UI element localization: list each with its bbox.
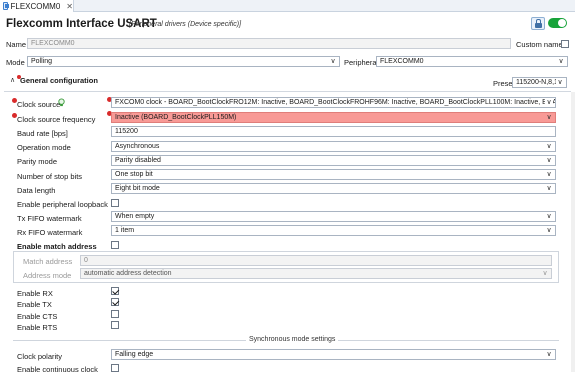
stop-bits-select[interactable]: One stop bit ∨ (111, 169, 556, 180)
chevron-down-icon: ∨ (545, 113, 553, 122)
chevron-down-icon: ∨ (329, 57, 337, 66)
clock-polarity-select[interactable]: Falling edge ∨ (111, 349, 556, 360)
section-title: General configuration (20, 76, 98, 85)
custom-name-checkbox[interactable] (561, 40, 569, 48)
chevron-down-icon: ∨ (545, 184, 553, 193)
enable-cts-label: Enable CTS (17, 312, 58, 321)
rx-fifo-label: Rx FIFO watermark (17, 228, 83, 237)
lightbulb-icon[interactable] (57, 98, 66, 107)
toggle-knob (558, 19, 566, 27)
peripheral-label: Peripheral (344, 58, 379, 67)
clock-polarity-value: Falling edge (115, 351, 154, 358)
chevron-down-icon: ∨ (545, 156, 553, 165)
chevron-down-icon: ∨ (557, 57, 565, 66)
chevron-down-icon: ∨ (545, 212, 553, 221)
clock-source-frequency-value: Inactive (BOARD_BootClockPLL150M) (115, 114, 237, 121)
match-address-input[interactable]: 0 (80, 255, 552, 266)
chevron-down-icon: ∨ (545, 142, 553, 151)
stop-bits-value: One stop bit (115, 171, 153, 178)
enable-cts-checkbox[interactable] (111, 310, 119, 318)
loopback-label: Enable peripheral loopback (17, 200, 108, 209)
tx-fifo-value: When empty (115, 213, 155, 220)
clock-source-label: Clock source (17, 100, 61, 109)
operation-mode-value: Asynchronous (115, 143, 160, 150)
enable-rts-label: Enable RTS (17, 323, 58, 332)
enable-rx-checkbox[interactable] (111, 287, 119, 295)
address-mode-select[interactable]: automatic address detection ∨ (80, 268, 552, 279)
close-icon[interactable]: ✕ (66, 2, 73, 11)
peripheral-select[interactable]: FLEXCOMM0 ∨ (376, 56, 568, 67)
mode-value: Polling (31, 58, 53, 65)
clock-source-frequency-select[interactable]: Inactive (BOARD_BootClockPLL150M) ∨ (111, 112, 556, 123)
tx-fifo-select[interactable]: When empty ∨ (111, 211, 556, 222)
chevron-down-icon: ∨ (545, 350, 553, 359)
peripheral-value: FLEXCOMM0 (380, 58, 424, 65)
continuous-clock-label: Enable continuous clock (17, 365, 98, 374)
clock-source-frequency-label: Clock source frequency (17, 115, 96, 124)
enable-tx-label: Enable TX (17, 300, 52, 309)
address-mode-value: automatic address detection (84, 270, 172, 277)
page-subtitle: [Peripheral drivers (Device specific)] (129, 21, 242, 28)
tab-label: FLEXCOMM0 (10, 1, 61, 11)
sync-section-title: Synchronous mode settings (246, 336, 339, 343)
editor-tab-bar: FLEXCOMM0 ✕ (0, 0, 575, 12)
enable-rx-label: Enable RX (17, 289, 53, 298)
stop-bits-label: Number of stop bits (17, 172, 83, 181)
address-mode-label: Address mode (23, 271, 72, 280)
chip-icon (3, 2, 9, 10)
enable-rts-checkbox[interactable] (111, 321, 119, 329)
preset-select[interactable]: 115200-N,8,1 ∨ (512, 77, 567, 88)
mode-label: Mode (6, 58, 25, 67)
operation-mode-select[interactable]: Asynchronous ∨ (111, 141, 556, 152)
section-divider (4, 91, 571, 92)
loopback-checkbox[interactable] (111, 199, 119, 207)
name-input[interactable]: FLEXCOMM0 (27, 38, 511, 49)
data-length-select[interactable]: Eight bit mode ∨ (111, 183, 556, 194)
clock-source-value: FXCOM0 clock - BOARD_BootClockFRO12M: In… (115, 99, 555, 106)
custom-name-label: Custom name (516, 40, 563, 49)
parity-mode-label: Parity mode (17, 157, 58, 166)
operation-mode-label: Operation mode (17, 143, 71, 152)
clock-source-select[interactable]: FXCOM0 clock - BOARD_BootClockFRO12M: In… (111, 97, 556, 108)
chevron-down-icon: ∨ (545, 170, 553, 179)
chevron-down-icon: ∨ (545, 226, 553, 235)
lock-icon (535, 19, 542, 28)
general-configuration-section-header[interactable]: ∧ General configuration (6, 75, 571, 87)
mode-select[interactable]: Polling ∨ (27, 56, 340, 67)
match-address-label: Enable match address (17, 242, 97, 251)
chevron-down-icon: ∨ (545, 98, 553, 107)
enable-toggle[interactable] (548, 18, 567, 28)
parity-mode-value: Parity disabled (115, 157, 161, 164)
match-address-checkbox[interactable] (111, 241, 119, 249)
tx-fifo-label: Tx FIFO watermark (17, 214, 82, 223)
clock-polarity-label: Clock polarity (17, 352, 63, 361)
chevron-down-icon: ∨ (556, 78, 564, 87)
vertical-scrollbar[interactable] (571, 92, 575, 372)
tab-flexcomm0[interactable]: FLEXCOMM0 ✕ (0, 0, 74, 12)
enable-tx-checkbox[interactable] (111, 298, 119, 306)
lock-button[interactable] (531, 17, 545, 30)
data-length-value: Eight bit mode (115, 185, 160, 192)
parity-mode-select[interactable]: Parity disabled ∨ (111, 155, 556, 166)
chevron-down-icon: ∨ (541, 269, 549, 278)
collapse-caret-icon: ∧ (10, 77, 16, 84)
match-address-value-label: Match address (23, 257, 73, 266)
baud-rate-label: Baud rate [bps] (17, 129, 68, 138)
name-label: Name (6, 40, 27, 49)
rx-fifo-value: 1 item (115, 227, 135, 234)
rx-fifo-select[interactable]: 1 item ∨ (111, 225, 556, 236)
baud-rate-input[interactable]: 115200 (111, 126, 556, 137)
data-length-label: Data length (17, 186, 56, 195)
continuous-clock-checkbox[interactable] (111, 364, 119, 372)
